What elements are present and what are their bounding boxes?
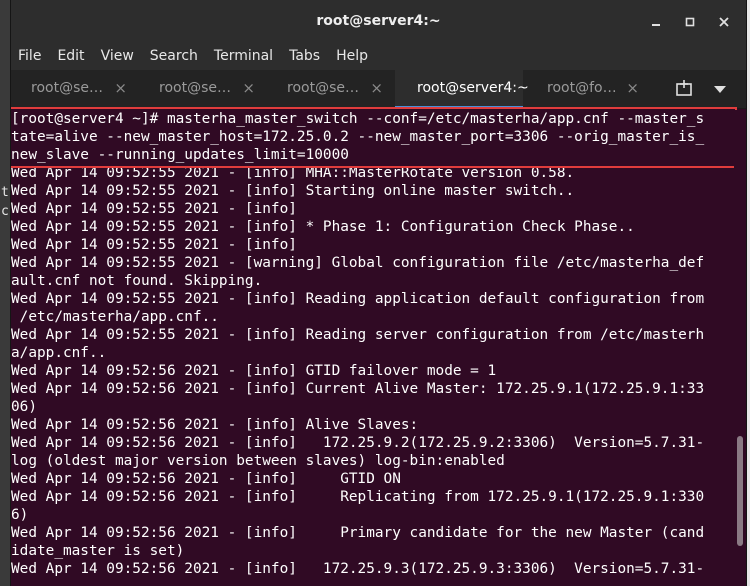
title-bar[interactable]: root@server4:~ — [11, 0, 746, 42]
log-line: Wed Apr 14 09:52:55 2021 - [info] * Phas… — [11, 219, 635, 235]
log-line: log (oldest major version between slaves… — [11, 453, 505, 469]
tab-close-icon[interactable]: × — [242, 79, 255, 97]
log-line: 6) — [11, 507, 29, 523]
log-line: Wed Apr 14 09:52:55 2021 - [info] — [11, 237, 297, 253]
log-line: Wed Apr 14 09:52:56 2021 - [info] 172.25… — [11, 561, 705, 577]
log-line: Wed Apr 14 09:52:56 2021 - [info] GTID O… — [11, 471, 401, 487]
tab-close-icon[interactable]: × — [626, 79, 639, 97]
log-line: Wed Apr 14 09:52:55 2021 - [info] — [11, 201, 297, 217]
log-line: Wed Apr 14 09:52:56 2021 - [info] 172.25… — [11, 435, 705, 451]
window-title: root@server4:~ — [316, 13, 441, 29]
tab-4-active[interactable]: root@server4:~ — [395, 70, 529, 109]
menu-help[interactable]: Help — [328, 42, 376, 70]
background-text-fragment: t — [1, 185, 9, 200]
menu-file[interactable]: File — [11, 42, 49, 70]
terminal-scrollbar[interactable] — [734, 110, 746, 586]
menu-terminal[interactable]: Terminal — [206, 42, 281, 70]
tab-1[interactable]: root@se… × — [11, 70, 139, 108]
minimize-icon[interactable] — [645, 11, 667, 33]
log-line: Wed Apr 14 09:52:55 2021 - [warning] Glo… — [11, 255, 705, 271]
log-line: Wed Apr 14 09:52:55 2021 - [info] Readin… — [11, 291, 705, 307]
menu-edit[interactable]: Edit — [49, 42, 92, 70]
menu-search[interactable]: Search — [142, 42, 206, 70]
command-highlight-box — [11, 107, 737, 168]
tab-bar: root@se… × root@se… × root@se… × root@se… — [11, 70, 746, 109]
terminal-text: [root@server4 ~]# masterha_master_switch… — [11, 110, 734, 578]
menu-bar: File Edit View Search Terminal Tabs Help — [11, 42, 746, 70]
tab-3[interactable]: root@se… × — [267, 70, 395, 108]
log-line: ault.cnf not found. Skipping. — [11, 273, 263, 289]
log-line: Wed Apr 14 09:52:56 2021 - [info] Replic… — [11, 489, 705, 505]
maximize-icon[interactable] — [679, 11, 701, 33]
log-line: Wed Apr 14 09:52:56 2021 - [info] GTID f… — [11, 363, 497, 379]
terminal-output[interactable]: [root@server4 ~]# masterha_master_switch… — [11, 107, 737, 586]
tab-label: root@fo… — [547, 80, 617, 96]
log-line: 06) — [11, 399, 37, 415]
log-line: Wed Apr 14 09:52:55 2021 - [info] Readin… — [11, 327, 705, 343]
log-line: Wed Apr 14 09:52:56 2021 - [info] Curren… — [11, 381, 705, 397]
scrollbar-thumb[interactable] — [737, 436, 743, 546]
log-line: /etc/masterha/app.cnf.. — [11, 309, 219, 325]
tab-close-icon[interactable]: × — [114, 79, 127, 97]
background-window-right — [746, 0, 750, 586]
tab-label: root@se… — [159, 80, 231, 96]
tab-2[interactable]: root@se… × — [139, 70, 267, 108]
tab-label: root@se… — [31, 80, 103, 96]
terminal-window: root@server4:~ File Edit View Search Ter… — [11, 0, 746, 586]
menu-tabs[interactable]: Tabs — [281, 42, 328, 70]
background-window-left: t c — [0, 0, 11, 586]
menu-view[interactable]: View — [93, 42, 142, 70]
log-line: Wed Apr 14 09:52:55 2021 - [info] Starti… — [11, 183, 575, 199]
log-line: Wed Apr 14 09:52:56 2021 - [info] Primar… — [11, 525, 705, 541]
log-line: a/app.cnf.. — [11, 345, 107, 361]
log-line: idate_master is set) — [11, 543, 185, 559]
background-text-fragment: c — [1, 204, 9, 219]
log-line: Wed Apr 14 09:52:56 2021 - [info] Alive … — [11, 417, 419, 433]
tab-label: root@se… — [287, 80, 359, 96]
chevron-down-icon[interactable] — [709, 78, 731, 100]
tab-close-icon[interactable]: × — [370, 79, 383, 97]
tab-label: root@server4:~ — [417, 80, 529, 96]
new-tab-icon[interactable] — [673, 78, 695, 100]
tab-5[interactable]: root@fo… × — [523, 70, 651, 108]
close-icon[interactable] — [713, 11, 735, 33]
